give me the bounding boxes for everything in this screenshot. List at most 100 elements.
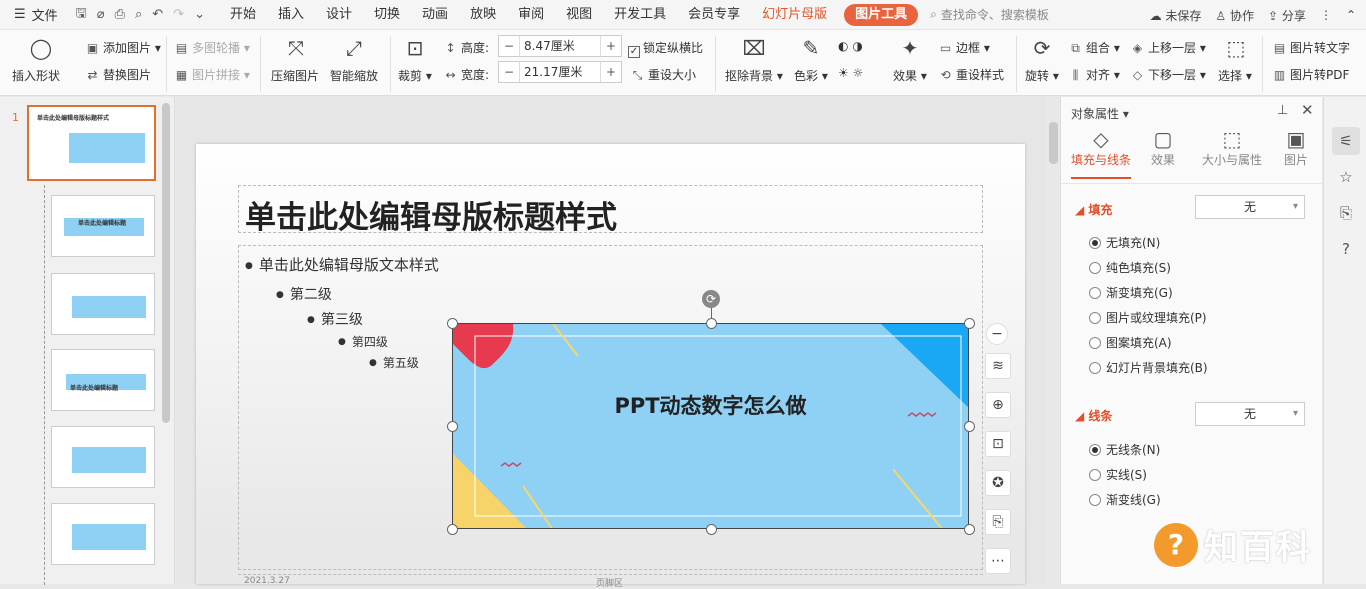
reset-style-button[interactable]: ⟲ 重设样式 [938, 66, 1004, 83]
footer-date[interactable]: 2021.3.27 [244, 576, 290, 586]
thumbnail-layout[interactable] [51, 426, 155, 488]
canvas-scrollbar[interactable] [1049, 122, 1058, 164]
radio-picture-fill[interactable]: 图片或纹理填充(P) [1089, 309, 1207, 326]
tab-picture[interactable]: ▣ 图片 [1281, 127, 1311, 168]
tab-animation[interactable]: 动画 [411, 0, 459, 30]
tab-size[interactable]: ⬚ 大小与属性 [1197, 127, 1267, 168]
print-icon[interactable]: ⎙ [115, 7, 125, 22]
contrast-icons[interactable]: ◐ ◑ [838, 39, 863, 53]
bulb-icon[interactable]: ✪ [985, 470, 1011, 496]
radio-pattern-fill[interactable]: 图案填充(A) [1089, 334, 1172, 351]
print-preview-icon[interactable]: ⌕ [135, 7, 142, 22]
tab-member[interactable]: 会员专享 [677, 0, 751, 30]
text-level-4[interactable]: 第四级 [338, 333, 388, 350]
contrast-down-icon[interactable]: ◑ [852, 39, 862, 53]
compress-icon[interactable]: ⤧ [282, 36, 310, 60]
tab-insert[interactable]: 插入 [267, 0, 315, 30]
select-icon[interactable]: ⬚ [1222, 36, 1250, 60]
remove-bg-icon[interactable]: ⌧ [740, 36, 768, 60]
tab-review[interactable]: 审阅 [507, 0, 555, 30]
command-search[interactable]: ⌕ 查找命令、搜索模板 [930, 6, 1049, 23]
panel-title[interactable]: 对象属性 ▾ [1071, 105, 1129, 122]
image-collage-button[interactable]: ▦ 图片拼接 ▾ [174, 66, 250, 83]
collapse-toolbar-icon[interactable]: − [986, 323, 1008, 345]
compress-button[interactable]: 压缩图片 [271, 67, 319, 84]
resize-handle[interactable] [447, 524, 458, 535]
zoom-in-icon[interactable]: ⊕ [985, 392, 1011, 418]
crop-icon[interactable]: ⊡ [401, 36, 429, 60]
effects-icon[interactable]: ✦ [896, 36, 924, 60]
collab-button[interactable]: ♙ 协作 [1215, 7, 1254, 24]
resize-handle[interactable] [964, 524, 975, 535]
share-button[interactable]: ⇪ 分享 [1268, 7, 1306, 24]
title-placeholder[interactable]: 单击此处编辑母版标题样式 [238, 185, 983, 236]
height-value[interactable]: 8.47厘米 [519, 36, 601, 56]
text-level-3[interactable]: 第三级 [307, 309, 363, 329]
chevron-down-icon[interactable]: ⌄ [194, 7, 205, 22]
color-icon[interactable]: ✎ [797, 36, 825, 60]
bring-forward-button[interactable]: ◈ 上移一层 ▾ [1130, 39, 1206, 56]
fill-section-header[interactable]: ◢ 填充 [1075, 201, 1112, 218]
resize-handle[interactable] [706, 318, 717, 329]
img-to-pdf-button[interactable]: ▥ 图片转PDF [1272, 66, 1350, 83]
radio-solid-fill[interactable]: 纯色填充(S) [1089, 259, 1171, 276]
select-button[interactable]: 选择 ▾ [1218, 67, 1252, 84]
collapse-icon[interactable]: ⌃ [1346, 8, 1356, 22]
tab-developer[interactable]: 开发工具 [603, 0, 677, 30]
brightness-icons[interactable]: ☀ ☼ [838, 66, 863, 80]
footer-center[interactable]: 页脚区 [596, 576, 623, 589]
add-image-button[interactable]: ▣ 添加图片 ▾ [85, 39, 161, 56]
tab-design[interactable]: 设计 [315, 0, 363, 30]
selected-image[interactable]: PPT动态数字怎么做 ⟳ [447, 290, 975, 535]
effects-button[interactable]: 效果 ▾ [893, 67, 927, 84]
radio-gradient-line[interactable]: 渐变线(G) [1089, 491, 1161, 508]
radio-slide-bg-fill[interactable]: 幻灯片背景填充(B) [1089, 359, 1208, 376]
remove-bg-button[interactable]: 抠除背景 ▾ [725, 67, 783, 84]
align-button[interactable]: ⫼ 对齐 ▾ [1068, 66, 1120, 83]
brightness-up-icon[interactable]: ☀ [838, 66, 849, 80]
resize-handle[interactable] [447, 318, 458, 329]
lock-ratio-checkbox[interactable]: ✓ 锁定纵横比 [628, 39, 703, 58]
smart-scale-button[interactable]: 智能缩放 [330, 67, 378, 84]
multi-outline-button[interactable]: ▤ 多图轮播 ▾ [174, 39, 250, 56]
text-level-5[interactable]: 第五级 [369, 354, 419, 371]
img-to-text-button[interactable]: ▤ 图片转文字 [1272, 39, 1350, 56]
unsaved-button[interactable]: ☁ 未保存 [1150, 7, 1202, 24]
thumbnail-layout[interactable]: 单击此处编辑标题 [51, 349, 155, 411]
color-button[interactable]: 色彩 ▾ [794, 67, 828, 84]
resize-handle[interactable] [964, 421, 975, 432]
resize-handle[interactable] [447, 421, 458, 432]
group-button[interactable]: ⧉ 组合 ▾ [1068, 39, 1120, 56]
layers-icon[interactable]: ≋ [985, 353, 1011, 379]
thumbnail-layout[interactable] [51, 503, 155, 565]
text-level-2[interactable]: 第二级 [276, 284, 332, 304]
contrast-up-icon[interactable]: ◐ [838, 39, 848, 53]
radio-no-fill[interactable]: 无填充(N) [1089, 234, 1160, 251]
more-tools-icon[interactable]: ⋯ [985, 548, 1011, 574]
image-convert-icon[interactable]: ⎘ [985, 509, 1011, 535]
replace-image-button[interactable]: ⇄ 替换图片 [85, 66, 151, 83]
pin-star-icon[interactable]: ☆ [1332, 163, 1360, 191]
tab-slideshow[interactable]: 放映 [459, 0, 507, 30]
pin-icon[interactable]: ⊥ [1277, 103, 1288, 118]
border-button[interactable]: ▭ 边框 ▾ [938, 39, 990, 56]
width-field[interactable]: −21.17厘米 + [498, 61, 622, 83]
plus-icon[interactable]: + [601, 65, 621, 79]
more-icon[interactable]: ⋮ [1320, 8, 1332, 22]
crop-tool-icon[interactable]: ⊡ [985, 431, 1011, 457]
insert-shape-button[interactable]: 插入形状 [12, 67, 60, 84]
text-level-1[interactable]: 单击此处编辑母版文本样式 [245, 254, 439, 275]
save-icon[interactable]: 🖫 [76, 4, 87, 26]
smart-scale-icon[interactable]: ⤢ [340, 36, 368, 60]
undo-icon[interactable]: ↶ [152, 7, 163, 22]
brightness-down-icon[interactable]: ☼ [853, 66, 864, 80]
line-dropdown[interactable]: 无 [1195, 402, 1305, 426]
send-backward-button[interactable]: ◇ 下移一层 ▾ [1130, 66, 1206, 83]
rotate-icon[interactable]: ⟳ [1028, 36, 1056, 60]
copy-icon[interactable]: ⎘ [1332, 199, 1360, 227]
width-value[interactable]: 21.17厘米 [519, 62, 601, 82]
plus-icon[interactable]: + [601, 39, 621, 53]
close-icon[interactable]: ✕ [1301, 101, 1314, 119]
radio-gradient-fill[interactable]: 渐变填充(G) [1089, 284, 1173, 301]
rotate-handle-icon[interactable]: ⟳ [702, 290, 720, 308]
